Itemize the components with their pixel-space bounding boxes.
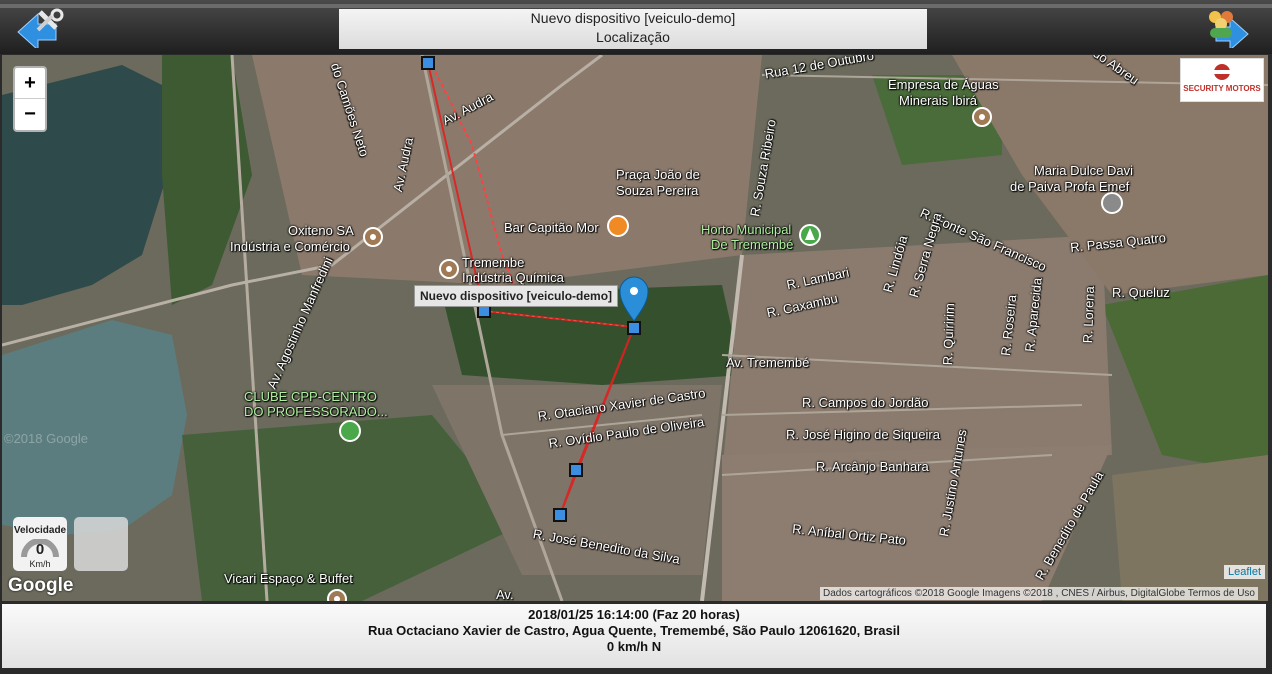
place-label: DO PROFESSORADO... [244, 404, 388, 419]
street-label: Av. Tremembé [726, 355, 810, 370]
place-label: Minerais Ibirá [899, 93, 978, 108]
device-title: Nuevo dispositivo [veiculo-demo] [530, 10, 736, 26]
datetime-text: 2018/01/25 16:14:00 (Faz 20 horas) [528, 607, 740, 622]
school-icon[interactable] [1101, 192, 1123, 214]
bar-icon[interactable] [607, 215, 629, 237]
place-label: Oxiteno SA [288, 223, 354, 238]
page-title: Localização [596, 29, 670, 45]
title-box: Nuevo dispositivo [veiculo-demo] Localiz… [339, 9, 927, 49]
route-point[interactable] [421, 56, 435, 70]
street-label: R. Queluz [1112, 285, 1170, 300]
settings-back-button[interactable] [16, 8, 64, 52]
place-label: CLUBE CPP-CENTRO [244, 389, 377, 404]
top-toolbar: Nuevo dispositivo [veiculo-demo] Localiz… [0, 0, 1272, 54]
security-motors-logo: SECURITY MOTORS [1180, 58, 1264, 102]
place-label: Bar Capitão Mor [504, 220, 599, 235]
poi-marker-icon[interactable] [972, 107, 992, 127]
place-label: de Paiva Profa Emef [1010, 179, 1130, 194]
place-label: Indústria Química [462, 270, 564, 285]
logo-emblem-icon: SECURITY MOTORS [1183, 64, 1261, 93]
street-label: R. Arcânjo Banhara [816, 459, 929, 474]
users-forward-icon [1209, 11, 1249, 52]
settings-back-icon [17, 8, 64, 52]
street-label: R. Quiririm [940, 302, 958, 366]
route-point[interactable] [553, 508, 567, 522]
park-icon[interactable] [799, 224, 821, 246]
place-label: Vicari Espaço & Buffet [224, 571, 353, 586]
place-label: Horto Municipal [701, 222, 792, 237]
street-label: R. Campos do Jordão [802, 395, 929, 410]
street-label: R. Lorena [1080, 285, 1097, 344]
zoom-in-button[interactable]: + [15, 68, 45, 99]
street-label: R. José Higino de Siqueira [786, 427, 940, 442]
place-label: Souza Pereira [616, 183, 699, 198]
speed-text: 0 km/h N [606, 639, 662, 654]
park-icon[interactable] [339, 420, 361, 442]
route-point[interactable] [627, 321, 641, 335]
zoom-control: + − [13, 66, 47, 132]
poi-marker-icon[interactable] [363, 227, 383, 247]
device-tooltip: Nuevo dispositivo [veiculo-demo] [414, 285, 619, 307]
speed-unit: Km/h [29, 559, 51, 569]
users-forward-button[interactable] [1202, 8, 1250, 52]
speedometer-widget: Velocidade 0 Km/h [13, 517, 67, 571]
toolbar-stripe [0, 4, 1272, 8]
map-type-toggle[interactable] [74, 517, 128, 571]
place-label: Praça João de [616, 167, 700, 182]
place-label: Tremembe [462, 255, 525, 270]
location-info-panel: 2018/01/25 16:14:00 (Faz 20 horas) Rua O… [2, 604, 1266, 668]
bottom-bar: 2018/01/25 16:14:00 (Faz 20 horas) Rua O… [0, 602, 1272, 674]
street-label: Av. [496, 587, 514, 601]
place-label: Empresa de Águas [888, 77, 999, 92]
svg-text:SECURITY MOTORS: SECURITY MOTORS [1183, 84, 1261, 93]
leaflet-link[interactable]: Leaflet [1224, 565, 1266, 579]
speed-value: 0 [35, 541, 45, 558]
map-attribution: Dados cartográficos ©2018 Google Imagens… [820, 587, 1258, 600]
place-label: De Tremembé [711, 237, 794, 252]
map-watermark: ©2018 Google [4, 431, 89, 446]
place-label: Indústria e Comércio [230, 239, 350, 254]
google-logo: Google [8, 575, 74, 596]
map-view[interactable]: do Camões Neto Av. Audra Av. Audra Rua 1… [2, 55, 1268, 601]
route-point[interactable] [569, 463, 583, 477]
poi-marker-icon[interactable] [439, 259, 459, 279]
zoom-out-button[interactable]: − [15, 99, 45, 129]
place-label: Maria Dulce Davi [1034, 163, 1133, 178]
address-text: Rua Octaciano Xavier de Castro, Agua Que… [367, 623, 900, 638]
speed-label: Velocidade [13, 525, 67, 536]
